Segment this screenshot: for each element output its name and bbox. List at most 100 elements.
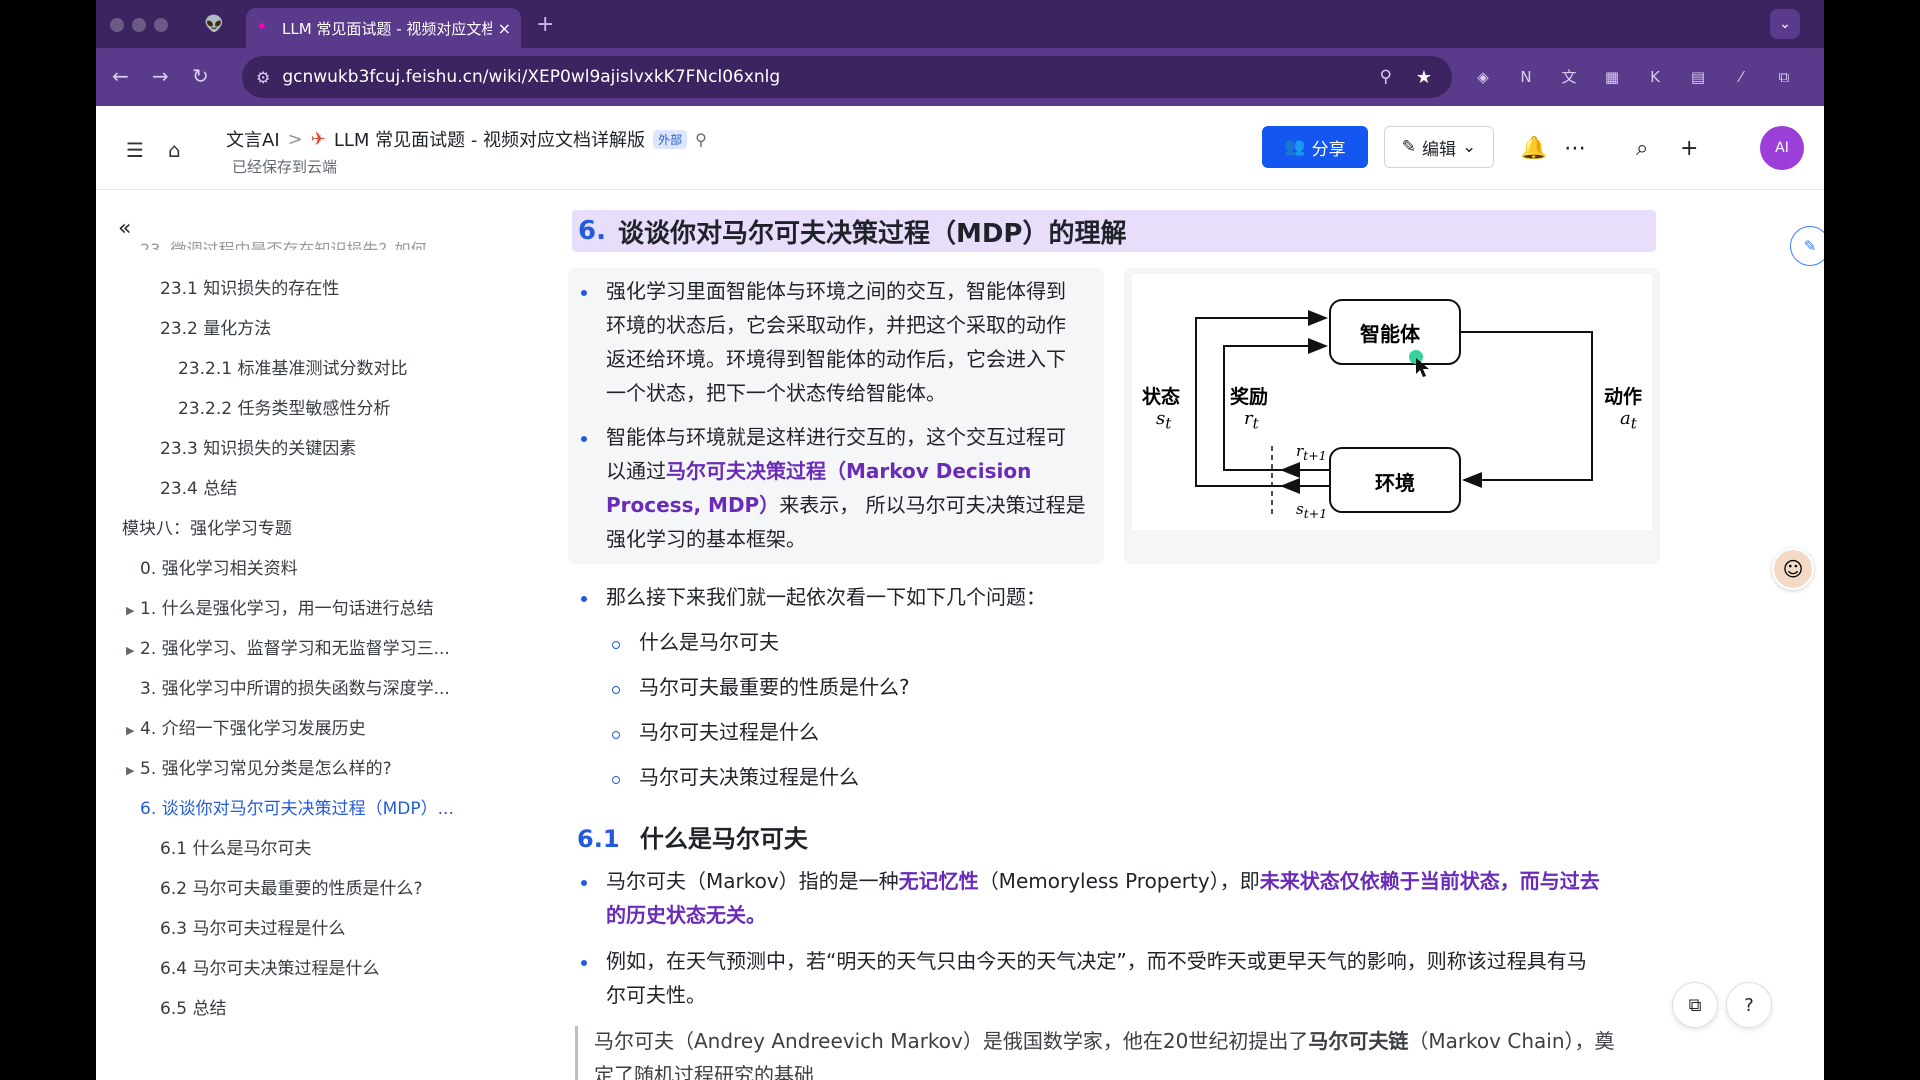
question-item: 什么是马尔可夫 xyxy=(639,630,779,654)
browser-window: 👽 ✦ LLM 常见面试题 - 视频对应文档 × + ⌄ ← → ↻ ⚙ gcn… xyxy=(96,0,1824,1080)
line: 智能体与环境就是这样进行交互的，这个交互过程可 xyxy=(606,425,1066,449)
close-window-dot[interactable] xyxy=(110,18,124,32)
paragraph-questions: 那么接下来我们就一起依次看一下如下几个问题： xyxy=(606,585,1046,609)
symbol: r xyxy=(1244,408,1253,429)
more-icon[interactable]: ⋯ xyxy=(1564,136,1586,161)
pencil-icon: ✎ xyxy=(1401,137,1416,157)
subscript: t+1 xyxy=(1303,448,1327,463)
sub-bullet xyxy=(612,731,620,739)
question-item: 马尔可夫最重要的性质是什么? xyxy=(639,675,910,699)
subscript: t xyxy=(1165,414,1172,433)
alien-icon: 👽 xyxy=(204,14,224,33)
text: 马尔可夫（Markov）指的是一种 xyxy=(606,869,899,893)
tab-search-button[interactable]: ⌄ xyxy=(1770,9,1800,39)
extension-doc-icon[interactable]: ▤ xyxy=(1687,66,1709,88)
mdp-diagram: 智能体 环境 状态 st 奖励 rt 动作 at rt+1 st+1 xyxy=(1132,274,1652,530)
home-icon[interactable]: ⌂ xyxy=(168,138,181,162)
line: 的历史状态无关。 xyxy=(606,898,1656,932)
doc-header: ☰ ⌂ 文言AI > ✈ LLM 常见面试题 - 视频对应文档详解版 外部 ⚲ … xyxy=(96,106,1824,190)
line: 一个状态，把下一个状态传给智能体。 xyxy=(606,381,946,405)
breadcrumb-separator: > xyxy=(287,128,303,150)
heading-6: 6. 谈谈你对马尔可夫决策过程（MDP）的理解 xyxy=(572,210,1656,252)
bullet-dot xyxy=(581,290,587,296)
outline-toggle-icon[interactable]: ☰ xyxy=(126,138,144,162)
chevron-down-icon: ⌄ xyxy=(1462,137,1477,157)
share-label: 分享 xyxy=(1311,139,1346,160)
pin-icon[interactable]: ⚲ xyxy=(695,130,707,149)
external-badge: 外部 xyxy=(653,129,688,149)
doc-emoji-icon: ✈ xyxy=(310,128,326,150)
add-icon[interactable]: + xyxy=(1680,136,1698,161)
extension-qr-icon[interactable]: ▦ xyxy=(1601,66,1623,88)
extension-layers-icon[interactable]: ◈ xyxy=(1472,66,1494,88)
tab-close-icon[interactable]: × xyxy=(498,19,511,38)
text: 以通过 xyxy=(606,459,666,483)
line: 马尔可夫（Markov）指的是一种无记忆性（Memoryless Propert… xyxy=(606,864,1656,898)
highlight-text: 马尔可夫决策过程（Markov Decision xyxy=(666,459,1032,483)
symbol: a xyxy=(1620,408,1631,429)
text: （Memoryless Property），即 xyxy=(978,869,1260,893)
doc-title[interactable]: LLM 常见面试题 - 视频对应文档详解版 xyxy=(334,126,645,152)
avatar[interactable]: AI xyxy=(1760,126,1804,170)
grid-cell-right: 智能体 环境 状态 st 奖励 rt 动作 at rt+1 st+1 xyxy=(1124,268,1660,564)
extension-notion-icon[interactable]: N xyxy=(1515,66,1537,88)
browser-tab-active[interactable]: ✦ LLM 常见面试题 - 视频对应文档 × xyxy=(246,8,521,48)
edit-mode-button[interactable]: ✎ 编辑 ⌄ xyxy=(1384,126,1494,168)
search-icon[interactable]: ⌕ xyxy=(1636,136,1648,161)
feishu-favicon-icon: ✦ xyxy=(256,19,268,35)
share-button[interactable]: 👥 分享 xyxy=(1262,126,1368,168)
help-icon[interactable]: ? xyxy=(1726,982,1772,1028)
paragraph-mdp: 智能体与环境就是这样进行交互的，这个交互过程可 以通过马尔可夫决策过程（Mark… xyxy=(606,420,1086,556)
bullet-dot xyxy=(581,436,587,442)
extension-slash-icon[interactable]: ⁄ xyxy=(1730,66,1752,88)
line: 尔可夫性。 xyxy=(606,983,706,1007)
state-next-symbol: st+1 xyxy=(1296,500,1327,521)
zoom-icon[interactable]: ⚲ xyxy=(1380,67,1392,87)
text: 马尔可夫（Andrey Andreevich Markov）是俄国数学家，他在2… xyxy=(594,1029,1309,1053)
breadcrumb: 文言AI > ✈ LLM 常见面试题 - 视频对应文档详解版 外部 ⚲ xyxy=(226,126,707,152)
line: Process, MDP）来表示， 所以马尔可夫决策过程是 xyxy=(606,488,1086,522)
reload-icon[interactable]: ↻ xyxy=(192,64,209,88)
subscript: t+1 xyxy=(1303,506,1328,521)
tab-title: LLM 常见面试题 - 视频对应文档 xyxy=(282,19,492,38)
new-tab-button[interactable]: + xyxy=(536,12,554,37)
comment-float-icon[interactable]: ⧉ xyxy=(1672,982,1718,1028)
line: 强化学习的基本框架。 xyxy=(606,527,806,551)
zoom-window-dot[interactable] xyxy=(154,18,168,32)
heading-text: 谈谈你对马尔可夫决策过程（MDP）的理解 xyxy=(617,218,1127,249)
subscript: t xyxy=(1630,414,1637,433)
state-symbol: st xyxy=(1156,408,1171,433)
heading-text: 什么是马尔可夫 xyxy=(639,825,808,853)
paragraph-weather-example: 例如，在天气预测中，若“明天的天气只由今天的天气决定”，而不受昨天或更早天气的影… xyxy=(606,944,1656,1012)
breadcrumb-root[interactable]: 文言AI xyxy=(226,126,280,152)
site-settings-icon[interactable]: ⚙ xyxy=(256,68,270,87)
sub-bullet xyxy=(612,641,620,649)
forward-arrow-icon[interactable]: → xyxy=(152,64,169,88)
line: 环境的状态后，它会采取动作，并把这个采取的动作 xyxy=(606,313,1066,337)
quote-bar xyxy=(575,1026,578,1080)
edit-float-icon[interactable]: ✎ xyxy=(1790,226,1824,266)
address-bar[interactable]: ⚙ gcnwukb3fcuj.feishu.cn/wiki/XEP0wl9aji… xyxy=(242,56,1452,98)
bullet-dot xyxy=(581,960,587,966)
url-text: gcnwukb3fcuj.feishu.cn/wiki/XEP0wl9ajisl… xyxy=(282,67,781,87)
tab-bar: 👽 ✦ LLM 常见面试题 - 视频对应文档 × + ⌄ xyxy=(96,0,1824,48)
paragraph-markov-def: 马尔可夫（Markov）指的是一种无记忆性（Memoryless Propert… xyxy=(606,864,1656,932)
sub-bullet xyxy=(612,776,620,784)
assistant-avatar-icon[interactable]: ☺ xyxy=(1772,548,1814,590)
action-arrow xyxy=(1460,331,1593,488)
extension-translate-icon[interactable]: 文 xyxy=(1558,66,1580,88)
bold-text: 马尔可夫链 xyxy=(1308,1029,1409,1053)
highlight-text: 未来状态仅依赖于当前状态，而与过去 xyxy=(1259,869,1600,893)
bell-icon[interactable]: 🔔 xyxy=(1520,136,1547,161)
paragraph-interaction: 强化学习里面智能体与环境之间的交互，智能体得到 环境的状态后，它会采取动作，并把… xyxy=(606,274,1066,410)
extensions-puzzle-icon[interactable]: ⧉ xyxy=(1773,66,1795,88)
extension-k-icon[interactable]: K xyxy=(1644,66,1666,88)
back-arrow-icon[interactable]: ← xyxy=(112,64,129,88)
bookmark-star-icon[interactable]: ★ xyxy=(1416,67,1432,88)
agent-label: 智能体 xyxy=(1360,322,1420,346)
heading-6-1: 6.1 什么是马尔可夫 xyxy=(577,819,808,854)
symbol: s xyxy=(1156,408,1166,429)
minimize-window-dot[interactable] xyxy=(132,18,146,32)
heading-number: 6. xyxy=(578,216,606,246)
line: 马尔可夫（Andrey Andreevich Markov）是俄国数学家，他在2… xyxy=(594,1024,1654,1058)
